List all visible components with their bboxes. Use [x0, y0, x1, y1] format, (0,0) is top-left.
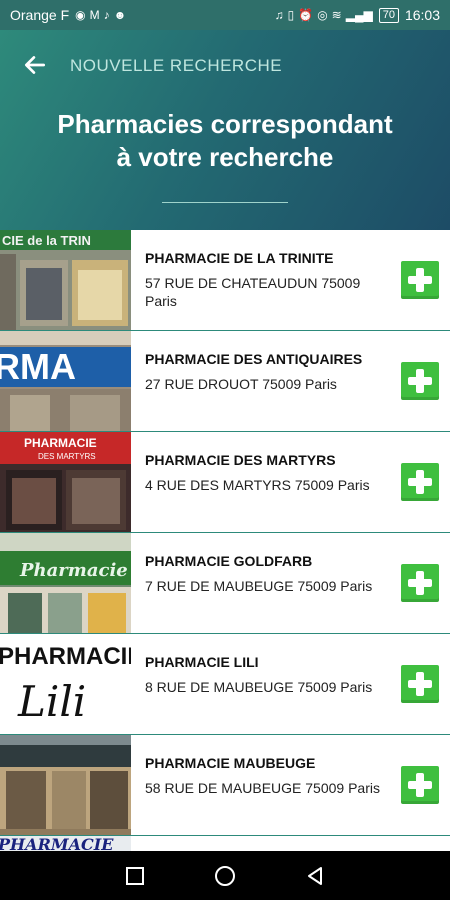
pharmacy-name: PHARMACIE DE LA TRINITE	[145, 250, 334, 266]
pharmacy-photo: RMA	[0, 331, 131, 431]
list-item[interactable]: Pharmacie PHARMACIE GOLDFARB 7 RUE DE MA…	[0, 533, 450, 634]
signal-icon: ▂▄▆	[345, 8, 373, 22]
svg-text:DES MARTYRS: DES MARTYRS	[38, 452, 96, 461]
add-button[interactable]	[401, 665, 439, 703]
recent-apps-icon[interactable]	[123, 864, 147, 888]
pharmacy-photo: Pharmacie	[0, 533, 131, 633]
system-icons: ♫ ▯ ⏰ ◎ ≋ ▂▄▆	[275, 8, 373, 22]
add-button[interactable]	[401, 463, 439, 501]
pharmacy-address: 27 RUE DROUOT 75009 Paris	[145, 376, 337, 392]
status-bar: Orange F ◉ M ♪ ☻ ♫ ▯ ⏰ ◎ ≋ ▂▄▆ 70 16:03	[0, 0, 450, 30]
plus-icon	[408, 571, 432, 595]
pharmacy-name: PHARMACIE GOLDFARB	[145, 553, 313, 569]
svg-text:PHARMACIE: PHARMACIE	[0, 643, 131, 670]
list-item[interactable]: CIE de la TRIN PHARMACIE DE LA TRINITE 5…	[0, 230, 450, 331]
list-item[interactable]: PHARMACIE	[0, 836, 450, 851]
status-left: Orange F ◉ M ♪ ☻	[10, 7, 126, 23]
page-title-line2: à votre recherche	[116, 142, 334, 172]
pharmacy-photo: CIE de la TRIN	[0, 230, 131, 330]
plus-icon	[408, 470, 432, 494]
pharmacy-photo: PHARMACIE	[0, 836, 131, 851]
list-item[interactable]: PHARMACIE MAUBEUGE 58 RUE DE MAUBEUGE 75…	[0, 735, 450, 836]
sign-text: Pharmacie	[19, 560, 128, 581]
home-icon[interactable]	[213, 864, 237, 888]
list-item[interactable]: RMA PHARMACIE DES ANTIQUAIRES 27 RUE DRO…	[0, 331, 450, 432]
eye-icon: ◎	[317, 8, 328, 22]
svg-text:Lili: Lili	[17, 677, 86, 726]
svg-text:PHARMACIE: PHARMACIE	[24, 436, 97, 450]
carrier-label: Orange F	[10, 7, 70, 23]
system-nav-bar	[0, 851, 450, 900]
plus-icon	[408, 369, 432, 393]
add-button[interactable]	[401, 362, 439, 400]
back-icon[interactable]	[303, 864, 327, 888]
add-button[interactable]	[401, 564, 439, 602]
list-item[interactable]: PHARMACIE DES MARTYRS PHARMACIE DES MART…	[0, 432, 450, 533]
pharmacy-address: 7 RUE DE MAUBEUGE 75009 Paris	[145, 578, 373, 594]
android-icon: ☻	[113, 8, 127, 22]
sign-text: RMA	[0, 346, 76, 387]
plus-icon	[408, 268, 432, 292]
plus-icon	[408, 672, 432, 696]
messenger-icon: ◉	[75, 8, 86, 22]
add-button[interactable]	[401, 766, 439, 804]
pharmacy-address: 58 RUE DE MAUBEUGE 75009 Paris	[145, 780, 380, 796]
pharmacy-address: 4 RUE DES MARTYRS 75009 Paris	[145, 477, 370, 493]
pharmacy-list: CIE de la TRIN PHARMACIE DE LA TRINITE 5…	[0, 230, 450, 851]
status-right: ♫ ▯ ⏰ ◎ ≋ ▂▄▆ 70 16:03	[275, 7, 440, 23]
pharmacy-photo: PHARMACIE DES MARTYRS	[0, 432, 131, 532]
pharmacy-name: PHARMACIE DES ANTIQUAIRES	[145, 351, 363, 367]
add-button[interactable]	[401, 261, 439, 299]
sign-text: PHARMACIE	[0, 836, 114, 851]
headset-icon: ♫	[274, 8, 284, 22]
pharmacy-address: 57 RUE DE CHATEAUDUN 75009 Paris	[145, 275, 361, 309]
list-item[interactable]: PHARMACIE Lili PHARMACIE LILI 8 RUE DE M…	[0, 634, 450, 735]
bell-icon: ♪	[103, 8, 110, 22]
battery-indicator: 70	[378, 7, 399, 23]
new-search-link[interactable]: NOUVELLE RECHERCHE	[70, 56, 282, 76]
clock: 16:03	[404, 7, 440, 23]
pharmacy-photo: PHARMACIE Lili	[0, 634, 131, 734]
alarm-icon: ⏰	[298, 8, 314, 22]
vibrate-icon: ▯	[287, 8, 295, 22]
wifi-icon: ≋	[331, 8, 342, 22]
plus-icon	[408, 773, 432, 797]
arrow-left-icon[interactable]	[22, 52, 48, 78]
page-title: Pharmacies correspondant à votre recherc…	[0, 108, 450, 174]
pharmacy-name: PHARMACIE LILI	[145, 654, 259, 670]
pharmacy-photo	[0, 735, 131, 835]
page-title-line1: Pharmacies correspondant	[57, 109, 393, 139]
header: NOUVELLE RECHERCHE Pharmacies correspond…	[0, 30, 450, 230]
header-divider	[162, 202, 288, 203]
mail-icon: M	[89, 8, 100, 22]
sign-text: CIE de la TRIN	[2, 233, 91, 248]
pharmacy-name: PHARMACIE MAUBEUGE	[145, 755, 316, 771]
pharmacy-address: 8 RUE DE MAUBEUGE 75009 Paris	[145, 679, 373, 695]
pharmacy-name: PHARMACIE DES MARTYRS	[145, 452, 336, 468]
notification-icons: ◉ M ♪ ☻	[75, 8, 126, 22]
